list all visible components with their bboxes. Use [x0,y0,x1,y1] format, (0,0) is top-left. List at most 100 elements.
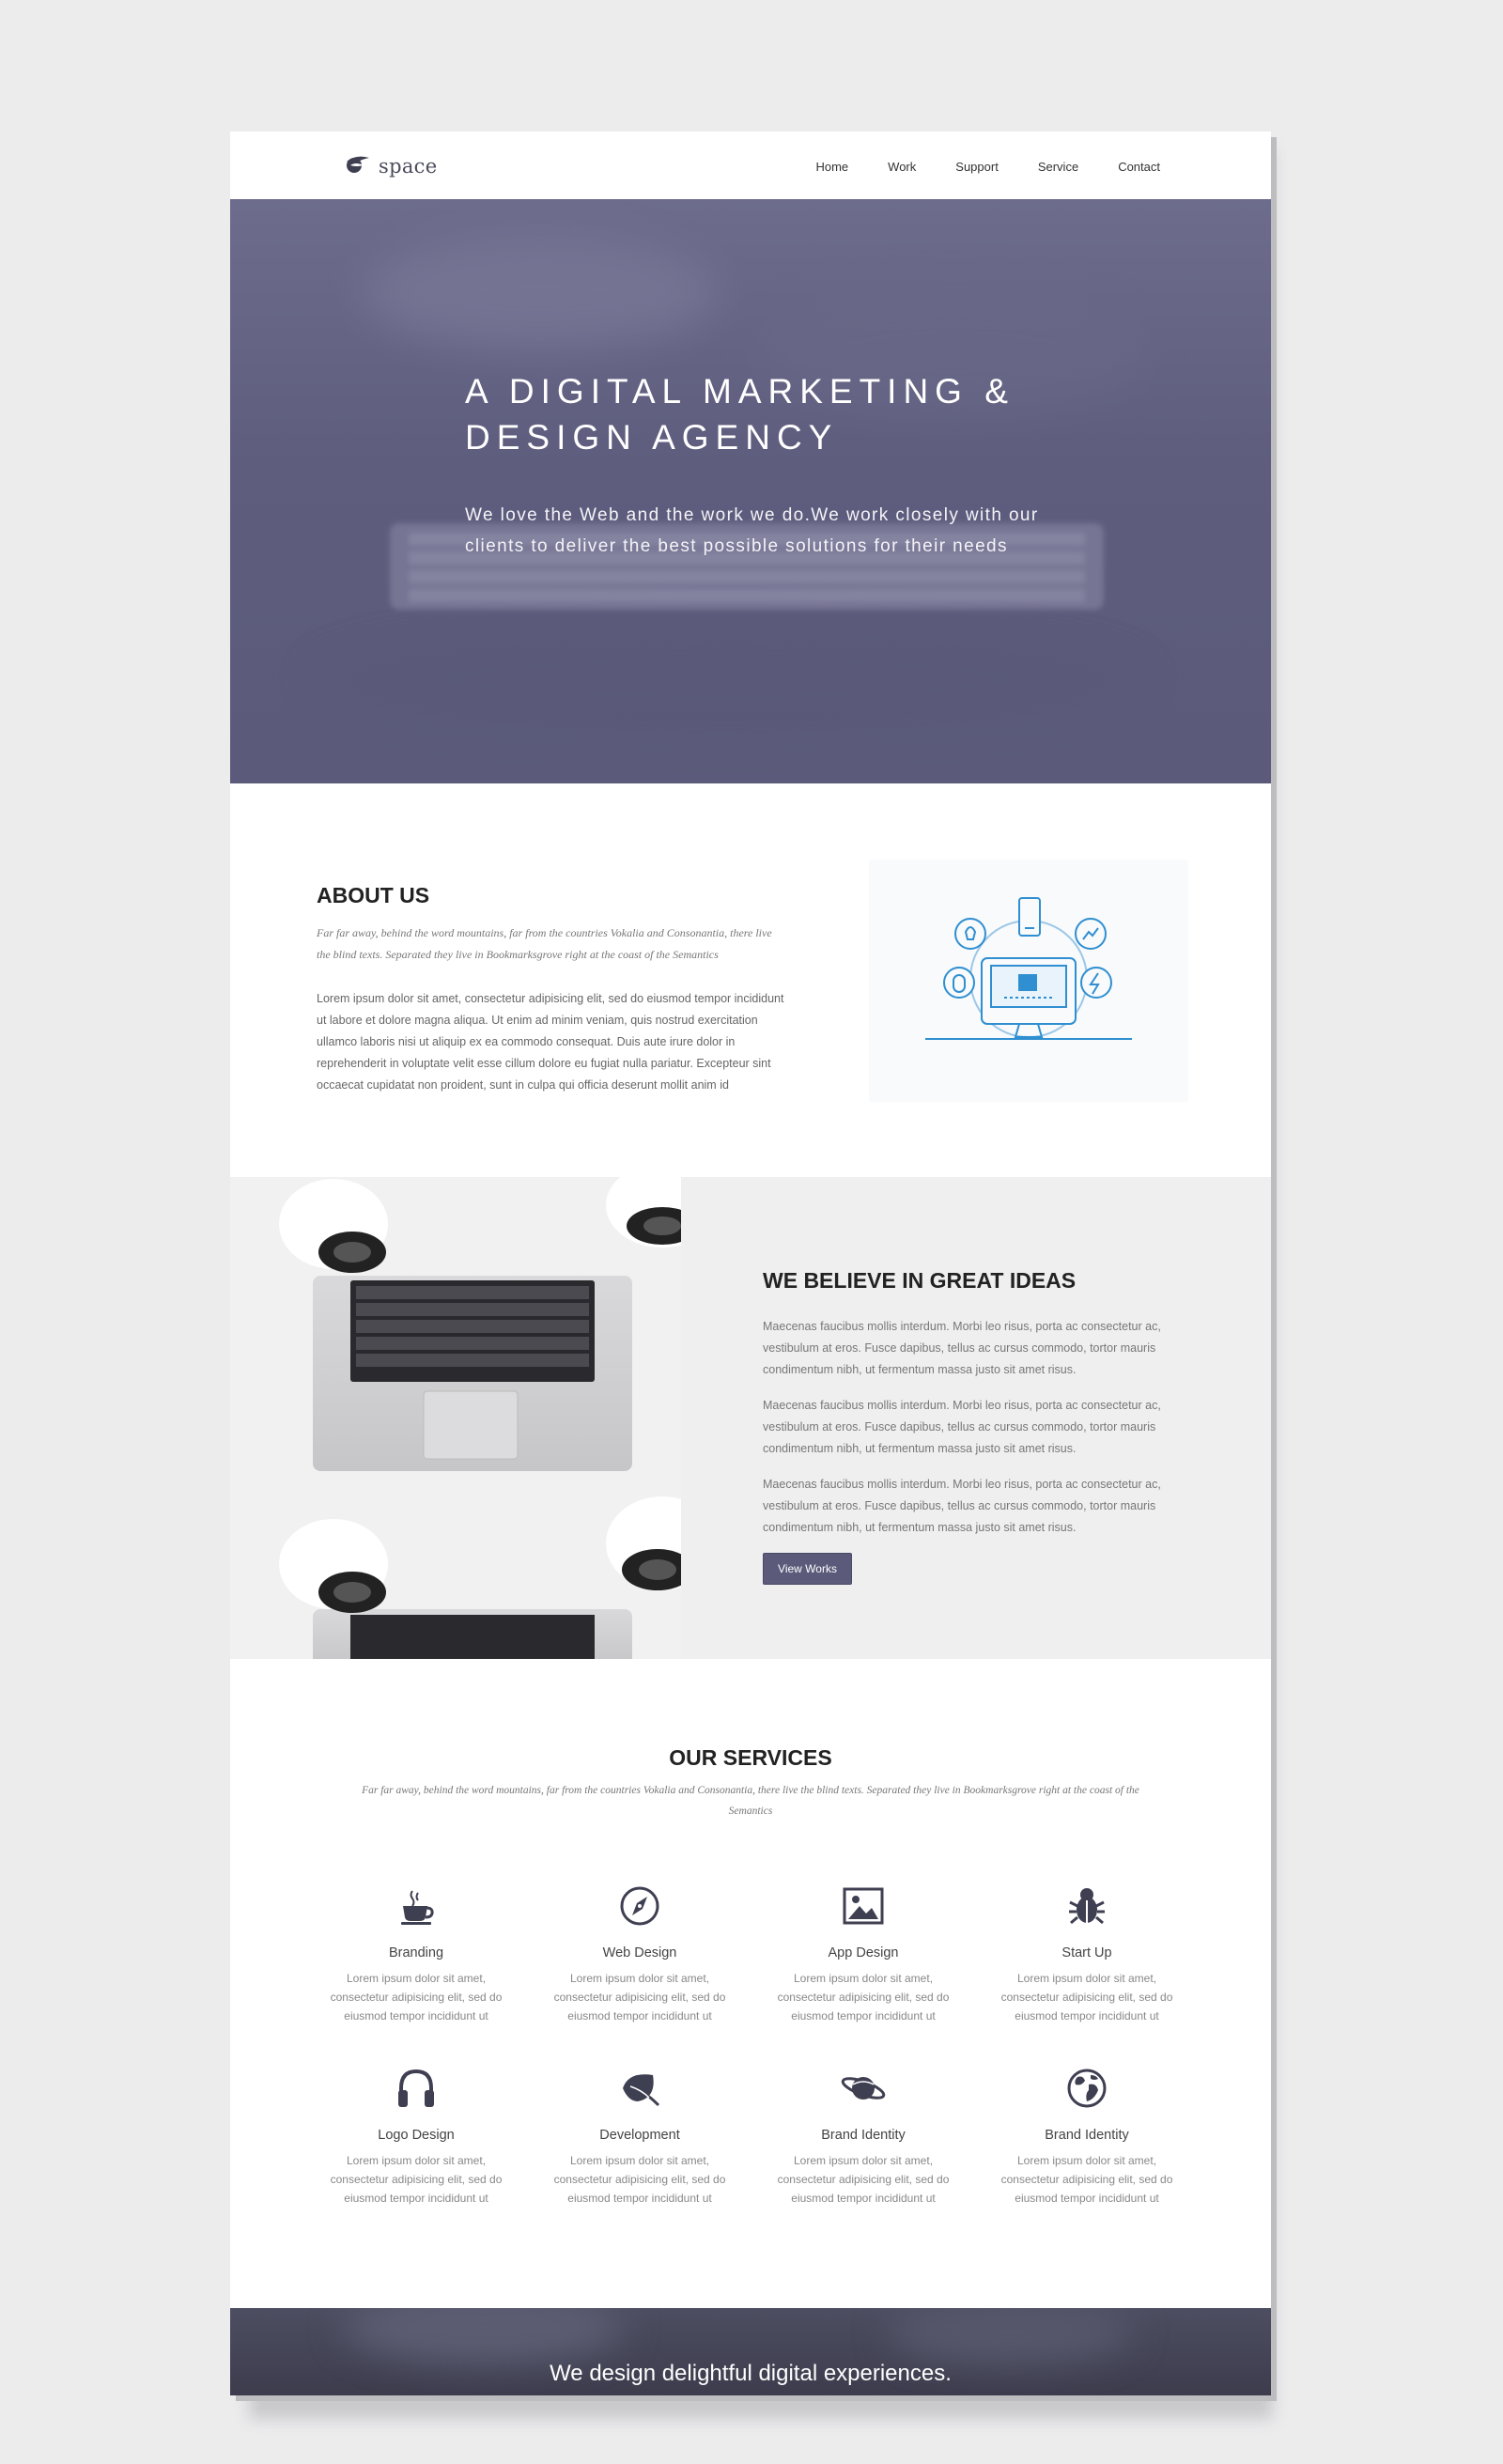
service-desc-line: eiusmod tempor incididunt ut [567,2192,712,2205]
paragraph-line: condimentum nibh, ut fermentum massa jus… [763,1442,1077,1455]
paragraph-line: condimentum nibh, ut fermentum massa jus… [763,1521,1077,1534]
paragraph-line: Maecenas faucibus mollis interdum. Morbi… [763,1399,1161,1412]
service-desc-line: Lorem ipsum dolor sit amet, [346,1972,487,1985]
service-item-brand-identity[interactable]: Brand Identity Lorem ipsum dolor sit ame… [769,2064,957,2208]
nav-item-support[interactable]: Support [955,160,999,174]
service-desc-line: consectetur adipisicing elit, sed do [1000,1991,1173,2004]
service-desc-line: eiusmod tempor incididunt ut [344,2192,488,2205]
service-item-logo-design[interactable]: Logo Design Lorem ipsum dolor sit amet, … [322,2064,510,2208]
nav-item-service[interactable]: Service [1038,160,1078,174]
service-title: Development [599,2128,680,2143]
service-title: Start Up [1061,1945,1112,1960]
services-heading: OUR SERVICES [669,1745,832,1770]
service-desc-line: Lorem ipsum dolor sit amet, [1016,1972,1157,1985]
service-description: Lorem ipsum dolor sit amet, consectetur … [546,1969,734,2025]
about-intro: Far far away, behind the word mountains,… [317,922,805,966]
service-title: Branding [388,1945,444,1960]
compass-icon [546,1882,734,1930]
nav-item-home[interactable]: Home [815,160,848,174]
service-description: Lorem ipsum dolor sit amet, consectetur … [322,2151,510,2208]
paragraph-line: vestibulum at eros. Fusce dapibus, tellu… [763,1341,1156,1355]
service-item-branding[interactable]: Branding Lorem ipsum dolor sit amet, con… [322,1882,510,2025]
service-description: Lorem ipsum dolor sit amet, consectetur … [546,2151,734,2208]
footer-background-blur [888,2308,1132,2364]
hero-subtitle-line: We love the Web and the work we do.We wo… [465,505,1039,525]
service-desc-line: eiusmod tempor incididunt ut [344,2009,488,2022]
about-body-line: ullamco laboris nisi ut aliquip ex ea co… [317,1035,736,1048]
service-desc-line: consectetur adipisicing elit, sed do [553,2173,726,2186]
about-intro-line: the blind texts. Separated they live in … [317,948,719,961]
footer-tagline: We design delightful digital experiences… [550,2361,952,2386]
believe-paragraph: Maecenas faucibus mollis interdum. Morbi… [763,1316,1176,1381]
service-description: Lorem ipsum dolor sit amet, consectetur … [993,1969,1181,2025]
hero-background-blur [362,237,719,349]
paragraph-line: condimentum nibh, ut fermentum massa jus… [763,1363,1077,1376]
coffee-cup-icon [322,1882,510,1930]
brand-name: space [379,154,438,178]
service-item-start-up[interactable]: Start Up Lorem ipsum dolor sit amet, con… [993,1882,1181,2025]
hero-title-line: DESIGN AGENCY [465,418,839,457]
hero-subtitle-line: clients to deliver the best possible sol… [465,536,1008,556]
about-heading: ABOUT US [317,883,430,907]
hero-title: A DIGITAL MARKETING & DESIGN AGENCY [465,368,1123,460]
website-page: space Home Work Support Service Contact [230,132,1271,2395]
service-title: Brand Identity [1045,2128,1129,2143]
nav-item-work[interactable]: Work [888,160,916,174]
services-intro: Far far away, behind the word mountains,… [315,1780,1186,1821]
paragraph-line: vestibulum at eros. Fusce dapibus, tellu… [763,1420,1156,1433]
top-navbar: space Home Work Support Service Contact [230,132,1271,199]
services-intro-line: Semantics [728,1805,773,1817]
about-body-line: occaecat cupidatat non proident, sunt in… [317,1078,729,1092]
service-desc-line: consectetur adipisicing elit, sed do [777,2173,950,2186]
service-desc-line: Lorem ipsum dolor sit amet, [346,2154,487,2167]
service-desc-line: eiusmod tempor incididunt ut [1015,2192,1159,2205]
service-description: Lorem ipsum dolor sit amet, consectetur … [322,1969,510,2025]
footer-background-blur [343,2308,625,2364]
service-desc-line: Lorem ipsum dolor sit amet, [569,1972,710,1985]
service-title: Logo Design [378,2128,455,2143]
hero-background-blur [305,622,1151,735]
about-intro-line: Far far away, behind the word mountains,… [317,926,772,939]
service-desc-line: Lorem ipsum dolor sit amet, [793,1972,934,1985]
service-title: App Design [828,1945,899,1960]
service-desc-line: eiusmod tempor incididunt ut [791,2009,936,2022]
service-description: Lorem ipsum dolor sit amet, consectetur … [769,1969,957,2025]
service-desc-line: eiusmod tempor incididunt ut [567,2009,712,2022]
service-description: Lorem ipsum dolor sit amet, consectetur … [993,2151,1181,2208]
paragraph-line: Maecenas faucibus mollis interdum. Morbi… [763,1320,1161,1333]
service-description: Lorem ipsum dolor sit amet, consectetur … [769,2151,957,2208]
services-intro-line: Far far away, behind the word mountains,… [362,1785,1139,1796]
service-desc-line: eiusmod tempor incididunt ut [1015,2009,1159,2022]
bug-icon [993,1882,1181,1930]
computer-devices-illustration [869,860,1188,1102]
service-item-app-design[interactable]: App Design Lorem ipsum dolor sit amet, c… [769,1882,957,2025]
believe-paragraph: Maecenas faucibus mollis interdum. Morbi… [763,1474,1176,1539]
service-item-development[interactable]: Development Lorem ipsum dolor sit amet, … [546,2064,734,2208]
about-body: Lorem ipsum dolor sit amet, consectetur … [317,988,805,1096]
service-title: Web Design [602,1945,677,1960]
service-item-brand-identity-2[interactable]: Brand Identity Lorem ipsum dolor sit ame… [993,2064,1181,2208]
leaf-icon [546,2064,734,2113]
laptop-speakers-image [230,1177,719,1659]
service-desc-line: eiusmod tempor incididunt ut [791,2192,936,2205]
service-desc-line: consectetur adipisicing elit, sed do [553,1991,726,2004]
service-item-web-design[interactable]: Web Design Lorem ipsum dolor sit amet, c… [546,1882,734,2025]
planet-icon [769,2064,957,2113]
image-icon [769,1882,957,1930]
brand-logo[interactable]: space [343,152,437,179]
bird-logo-icon [343,152,371,179]
service-desc-line: consectetur adipisicing elit, sed do [330,2173,503,2186]
globe-icon [993,2064,1181,2113]
hero-title-line: A DIGITAL MARKETING & [465,372,1015,411]
nav-menu: Home Work Support Service Contact [815,160,1160,174]
service-desc-line: Lorem ipsum dolor sit amet, [793,2154,934,2167]
believe-section: WE BELIEVE IN GREAT IDEAS Maecenas fauci… [230,1177,1271,1659]
view-works-button[interactable]: View Works [763,1553,852,1585]
believe-paragraph: Maecenas faucibus mollis interdum. Morbi… [763,1395,1176,1460]
service-desc-line: consectetur adipisicing elit, sed do [1000,2173,1173,2186]
paragraph-line: vestibulum at eros. Fusce dapibus, tellu… [763,1499,1156,1512]
about-body-line: Lorem ipsum dolor sit amet, consectetur … [317,992,784,1005]
paragraph-line: Maecenas faucibus mollis interdum. Morbi… [763,1478,1161,1491]
nav-item-contact[interactable]: Contact [1118,160,1160,174]
hero-subtitle: We love the Web and the work we do.We wo… [465,500,1123,562]
